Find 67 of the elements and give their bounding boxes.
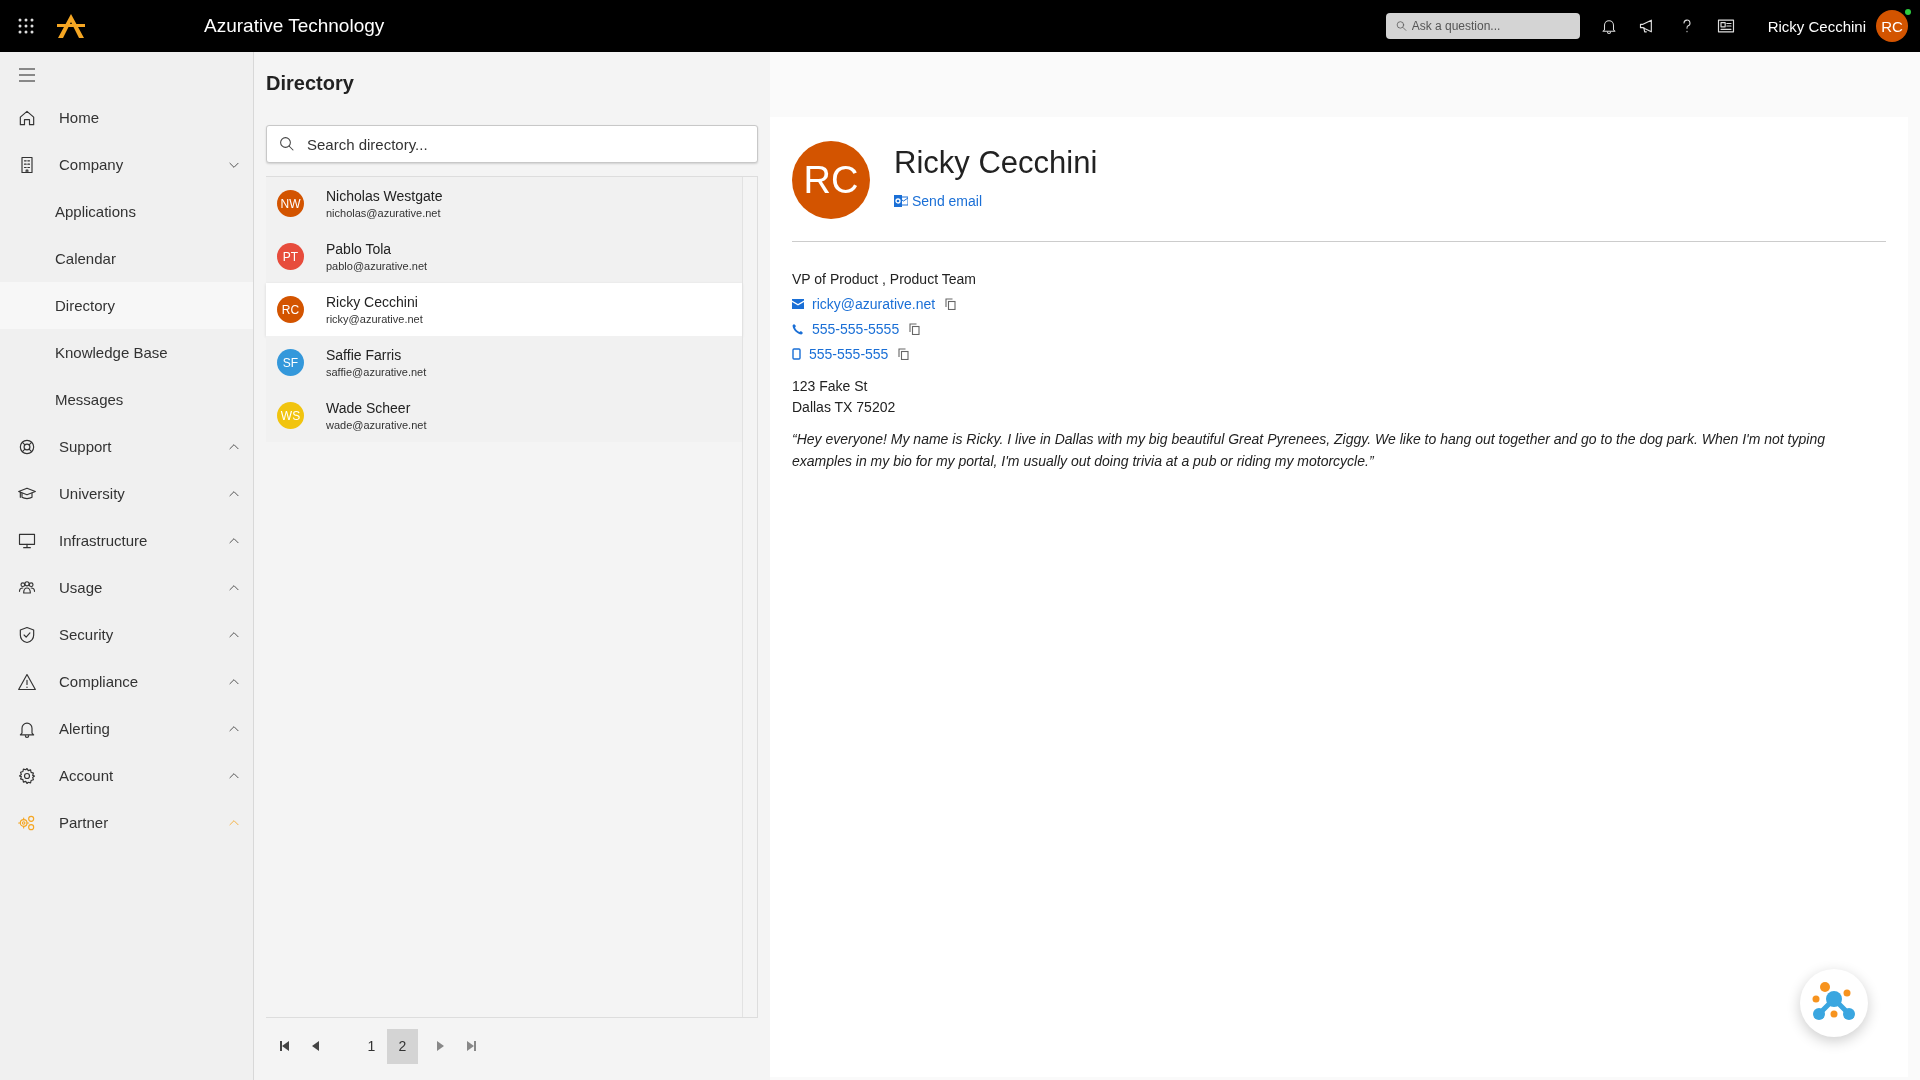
- app-launcher-icon[interactable]: [18, 18, 34, 34]
- person-avatar: NW: [277, 190, 304, 217]
- person-email: saffie@azurative.net: [326, 366, 427, 378]
- job-title: VP of Product , Product Team: [792, 269, 977, 289]
- nav-subitem[interactable]: Messages: [0, 376, 253, 423]
- nav-item[interactable]: Usage: [0, 564, 253, 611]
- nav-subitem[interactable]: Directory: [0, 282, 253, 329]
- mobile-phone-icon: [792, 347, 801, 360]
- menu-icon[interactable]: [18, 68, 36, 82]
- person-email: wade@azurative.net: [326, 419, 427, 431]
- person-email: ricky@azurative.net: [326, 313, 423, 325]
- directory-search-field[interactable]: Search directory...: [266, 125, 758, 163]
- warning-icon: [17, 671, 37, 692]
- nav-item[interactable]: Alerting: [0, 705, 253, 752]
- previous-page-icon[interactable]: [312, 1041, 320, 1051]
- next-page-icon[interactable]: [436, 1041, 444, 1051]
- copy-icon[interactable]: [898, 347, 910, 360]
- nav-item[interactable]: Support: [0, 423, 253, 470]
- phone-icon: [792, 322, 804, 335]
- contact-link[interactable]: 555-555-555: [792, 345, 889, 362]
- page-title: Directory: [266, 72, 355, 95]
- user-avatar[interactable]: RC: [1876, 10, 1908, 42]
- person-name: Nicholas Westgate: [326, 188, 443, 204]
- person-avatar: RC: [277, 296, 304, 323]
- nav-item[interactable]: Infrastructure: [0, 517, 253, 564]
- user-name: Ricky Cecchini: [1767, 17, 1866, 35]
- first-page-icon[interactable]: [280, 1041, 290, 1051]
- person-name: Pablo Tola: [326, 241, 393, 257]
- contact-link[interactable]: ricky@azurative.net: [792, 295, 936, 312]
- nav-item[interactable]: Company: [0, 141, 253, 188]
- nav-item[interactable]: Compliance: [0, 658, 253, 705]
- person-email: pablo@azurative.net: [326, 260, 428, 272]
- person-avatar: SF: [277, 349, 304, 376]
- nav-subitem[interactable]: Knowledge Base: [0, 329, 253, 376]
- nav-subitem[interactable]: Applications: [0, 188, 253, 235]
- address: 123 Fake St Dallas TX 75202: [792, 377, 897, 417]
- logo-icon: [56, 13, 86, 39]
- envelope-icon: [792, 298, 804, 309]
- nav-item[interactable]: Partner: [0, 799, 253, 846]
- person-avatar: PT: [277, 243, 304, 270]
- person-name: Wade Scheer: [326, 400, 412, 416]
- person-email: nicholas@azurative.net: [326, 207, 442, 219]
- send-email-link[interactable]: Send email: [894, 193, 1098, 209]
- search-field[interactable]: Ask a question...: [1385, 13, 1580, 39]
- gear-icon: [17, 765, 37, 786]
- person-row[interactable]: RC Ricky Cecchini ricky@azurative.net: [266, 283, 742, 336]
- nav-item[interactable]: Account: [0, 752, 253, 799]
- shield-check-icon: [17, 624, 37, 645]
- contact-link[interactable]: 555-555-5555: [792, 320, 900, 337]
- page-number[interactable]: 2: [387, 1028, 418, 1064]
- person-name: Saffie Farris: [326, 347, 403, 363]
- person-avatar: WS: [277, 402, 304, 429]
- bio-text: “Hey everyone! My name is Ricky. I live in Dallas with my big beautiful Great Pyrenees, Ziggy. We like to hang out together and go to the dog park. When I'm not typing examples in my bio for my portal, I'm usually out doing trivia at a pub or riding my motorcycle.”: [792, 430, 1826, 471]
- profile-name: Ricky Cecchini: [894, 145, 1098, 181]
- page-number[interactable]: 1: [356, 1028, 387, 1064]
- mail-app-icon: [894, 195, 908, 207]
- nav-item[interactable]: Home: [0, 94, 253, 141]
- nav-item[interactable]: University: [0, 470, 253, 517]
- company-name: Azurative Technology: [204, 15, 385, 37]
- last-page-icon[interactable]: [466, 1041, 476, 1051]
- assistant-bubble[interactable]: [1800, 969, 1868, 1037]
- person-name: Ricky Cecchini: [326, 294, 419, 310]
- nav-item[interactable]: Security: [0, 611, 253, 658]
- profile-avatar: RC: [792, 141, 870, 219]
- nav-subitem[interactable]: Calendar: [0, 235, 253, 282]
- copy-icon[interactable]: [945, 297, 957, 310]
- copy-icon[interactable]: [909, 322, 921, 335]
